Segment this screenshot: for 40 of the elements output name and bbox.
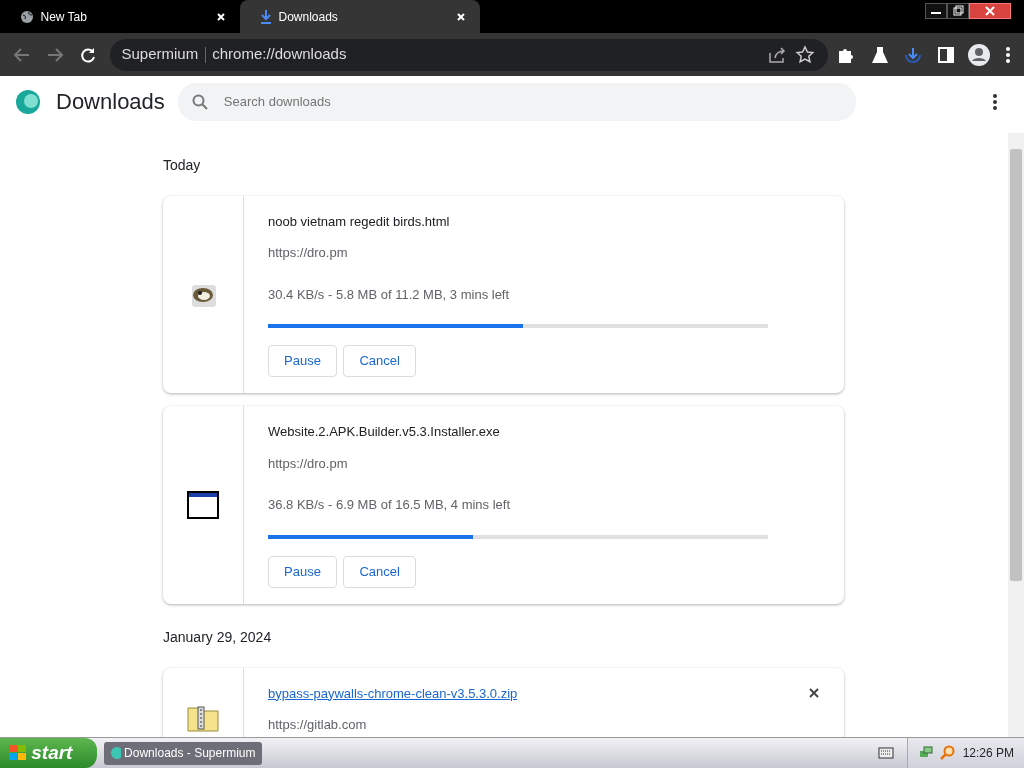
date-heading: January 29, 2024 <box>163 627 273 647</box>
status-text: 36.8 KB/s - 6.9 MB of 16.5 MB, 4 mins left <box>268 496 512 514</box>
browser-tab[interactable]: Downloads <box>240 0 480 33</box>
zip-folder-icon <box>187 703 219 732</box>
clock: 12:26 PM <box>962 745 1014 762</box>
page-title: Downloads <box>56 88 165 116</box>
app-icon <box>109 746 121 760</box>
search-field[interactable]: Search downloads <box>177 82 856 121</box>
url-text: chrome://downloads <box>212 44 347 65</box>
scrollbar[interactable] <box>1008 133 1024 737</box>
status-text: 30.4 KB/s - 5.8 MB of 11.2 MB, 3 mins left <box>268 285 511 304</box>
start-button[interactable]: start <box>0 738 97 768</box>
browser-tab[interactable]: New Tab <box>0 0 240 33</box>
taskbar-button[interactable]: Downloads - Supermium <box>103 741 262 765</box>
globe-icon <box>20 9 34 24</box>
star-icon[interactable] <box>794 43 816 66</box>
remove-icon[interactable] <box>808 686 820 699</box>
close-tab-icon[interactable] <box>456 11 466 22</box>
close-tab-icon[interactable] <box>216 11 226 22</box>
source-url: https://gitlab.com <box>268 716 368 734</box>
minimize-icon[interactable] <box>925 3 947 20</box>
window-icon <box>187 489 219 520</box>
address-bar[interactable]: Supermium chrome://downloads <box>109 38 828 71</box>
windows-logo-icon <box>8 743 28 763</box>
file-name: Website.2.APK.Builder.v5.3.Installer.exe <box>268 423 500 441</box>
site-name: Supermium <box>121 44 199 65</box>
date-heading: Today <box>163 155 202 175</box>
source-url: https://dro.pm <box>268 244 349 262</box>
cancel-button[interactable]: Cancel <box>343 345 416 377</box>
pause-button[interactable]: Pause <box>268 345 337 377</box>
restore-icon[interactable] <box>947 3 969 20</box>
keyboard-icon[interactable] <box>877 747 894 759</box>
cancel-button[interactable]: Cancel <box>343 555 416 588</box>
search-icon <box>191 93 208 110</box>
file-name: noob vietnam regedit birds.html <box>268 212 450 231</box>
file-link[interactable]: bypass-paywalls-chrome-clean-v3.5.3.0.zip <box>268 683 518 703</box>
pause-button[interactable]: Pause <box>268 555 337 588</box>
close-icon[interactable] <box>969 3 1011 20</box>
download-icon <box>260 9 272 24</box>
source-url: https://dro.pm <box>268 454 349 473</box>
